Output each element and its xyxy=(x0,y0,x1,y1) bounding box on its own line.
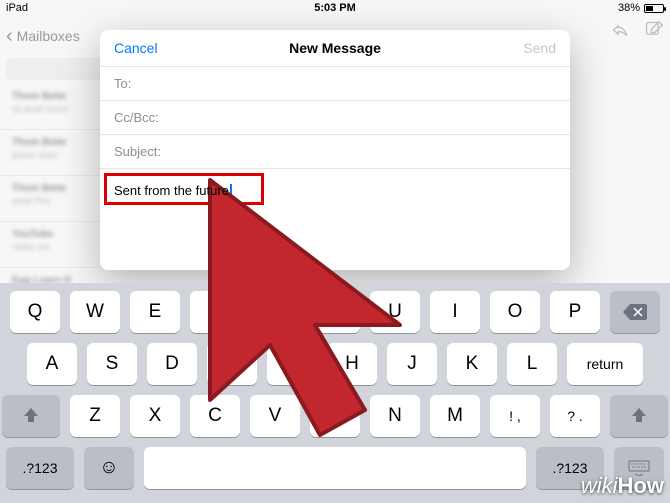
send-button[interactable]: Send xyxy=(523,40,556,56)
key-b[interactable]: B xyxy=(310,395,360,437)
key-j[interactable]: J xyxy=(387,343,437,385)
status-bar: iPad 5:03 PM 38% xyxy=(0,0,670,16)
ccbcc-input[interactable] xyxy=(167,110,556,125)
compose-icon[interactable] xyxy=(644,20,664,40)
key-t[interactable]: T xyxy=(250,291,300,333)
cancel-button[interactable]: Cancel xyxy=(114,40,158,56)
key-p[interactable]: P xyxy=(550,291,600,333)
key-f[interactable]: F xyxy=(207,343,257,385)
key-emoji[interactable]: ☺ xyxy=(84,447,134,489)
key-period[interactable]: ? . xyxy=(550,395,600,437)
wikihow-watermark: wikiHow xyxy=(581,473,664,499)
search-input[interactable] xyxy=(6,58,114,80)
back-label: Mailboxes xyxy=(17,28,80,44)
key-space[interactable] xyxy=(144,447,526,489)
body-text: Sent from the future xyxy=(114,183,229,198)
key-u[interactable]: U xyxy=(370,291,420,333)
subject-label: Subject: xyxy=(114,144,161,159)
subject-field[interactable]: Subject: xyxy=(100,134,570,168)
battery-pct: 38% xyxy=(618,2,640,14)
nav-back[interactable]: ‹ Mailboxes xyxy=(0,20,80,52)
battery-icon xyxy=(644,4,664,13)
key-i[interactable]: I xyxy=(430,291,480,333)
ccbcc-label: Cc/Bcc: xyxy=(114,110,159,125)
key-d[interactable]: D xyxy=(147,343,197,385)
chevron-left-icon: ‹ xyxy=(6,25,13,48)
key-l[interactable]: L xyxy=(507,343,557,385)
key-return[interactable]: return xyxy=(567,343,643,385)
compose-title: New Message xyxy=(289,40,381,56)
key-backspace[interactable] xyxy=(610,291,660,333)
to-input[interactable] xyxy=(139,76,556,91)
key-y[interactable]: Y xyxy=(310,291,360,333)
to-field[interactable]: To: xyxy=(100,66,570,100)
key-v[interactable]: V xyxy=(250,395,300,437)
key-c[interactable]: C xyxy=(190,395,240,437)
key-x[interactable]: X xyxy=(130,395,180,437)
key-w[interactable]: W xyxy=(70,291,120,333)
key-numbers[interactable]: .?123 xyxy=(6,447,74,489)
subject-input[interactable] xyxy=(169,144,556,159)
backspace-icon xyxy=(623,304,647,320)
nav-toolbar xyxy=(610,20,664,40)
shift-icon xyxy=(630,407,648,425)
ccbcc-field[interactable]: Cc/Bcc: xyxy=(100,100,570,134)
key-k[interactable]: K xyxy=(447,343,497,385)
shift-icon xyxy=(22,407,40,425)
to-label: To: xyxy=(114,76,131,91)
key-h[interactable]: H xyxy=(327,343,377,385)
compose-sheet: Cancel New Message Send To: Cc/Bcc: Subj… xyxy=(100,30,570,270)
text-caret xyxy=(230,184,232,198)
key-shift-right[interactable] xyxy=(610,395,668,437)
key-m[interactable]: M xyxy=(430,395,480,437)
key-s[interactable]: S xyxy=(87,343,137,385)
reply-icon[interactable] xyxy=(610,20,630,40)
key-r[interactable]: R xyxy=(190,291,240,333)
key-q[interactable]: Q xyxy=(10,291,60,333)
key-z[interactable]: Z xyxy=(70,395,120,437)
compose-header: Cancel New Message Send xyxy=(100,30,570,66)
key-comma[interactable]: ! , xyxy=(490,395,540,437)
onscreen-keyboard: Q W E R T Y U I O P A S D F G H J K L re… xyxy=(0,283,670,503)
message-body[interactable]: Sent from the future xyxy=(100,168,570,270)
status-time: 5:03 PM xyxy=(314,2,356,14)
key-n[interactable]: N xyxy=(370,395,420,437)
key-o[interactable]: O xyxy=(490,291,540,333)
key-shift[interactable] xyxy=(2,395,60,437)
key-e[interactable]: E xyxy=(130,291,180,333)
device-label: iPad xyxy=(6,2,28,14)
key-g[interactable]: G xyxy=(267,343,317,385)
key-a[interactable]: A xyxy=(27,343,77,385)
